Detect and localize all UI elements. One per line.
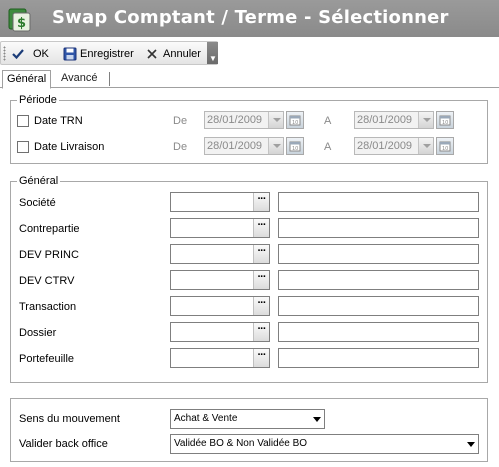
checkmark-icon [11,47,25,61]
svg-text:10: 10 [442,146,448,152]
toolbar-grip[interactable] [3,46,6,61]
tab-separator [109,72,110,86]
transaction-description-input[interactable] [278,296,479,316]
title-bar: $ Swap Comptant / Terme - Sélectionner [0,0,499,37]
date-livraison-from-value: 28/01/2009 [207,140,263,152]
svg-text:10: 10 [292,146,298,152]
date-livraison-to-dropdown[interactable] [418,138,433,154]
floppy-disk-icon [63,47,77,61]
dev-ctrv-label: DEV CTRV [19,275,75,287]
dev-ctrv-lookup-button[interactable]: ··· [253,271,269,289]
contrepartie-code-input[interactable]: ··· [170,218,270,238]
dossier-label: Dossier [19,327,57,339]
calendar-icon: 10 [439,115,451,126]
dossier-description-input[interactable] [278,322,479,342]
dev-princ-label: DEV PRINC [19,249,79,261]
date-trn-from-label: De [173,115,188,127]
dev-princ-description-input[interactable] [278,244,479,264]
date-trn-to-calendar-button[interactable]: 10 [436,111,454,129]
cancel-label: Annuler [163,47,201,60]
sens-mouvement-value: Achat & Vente [174,413,238,424]
societe-code-input[interactable]: ··· [170,192,270,212]
options-group: Sens du mouvement Achat & Vente Valider … [10,398,488,462]
valider-backoffice-value: Validée BO & Non Validée BO [174,438,308,449]
contrepartie-lookup-button[interactable]: ··· [253,219,269,237]
date-livraison-to-value: 28/01/2009 [357,140,413,152]
date-livraison-to-calendar-button[interactable]: 10 [436,137,454,155]
date-trn-to-dropdown[interactable] [418,112,433,128]
transaction-label: Transaction [19,301,77,313]
toolbar: OK Enregistrer Annuler ▼ [0,41,218,65]
periode-legend: Période [17,94,59,106]
date-livraison-from-label: De [173,141,188,153]
svg-text:10: 10 [292,120,298,126]
portefeuille-description-input[interactable] [278,348,479,368]
swap-app-icon: $ [7,8,31,32]
calendar-icon: 10 [289,141,301,152]
general-legend: Général [17,175,61,187]
date-livraison-from-dropdown[interactable] [268,138,283,154]
transaction-lookup-button[interactable]: ··· [253,297,269,315]
sens-mouvement-label: Sens du mouvement [19,413,120,425]
societe-description-input[interactable] [278,192,479,212]
societe-label: Société [19,197,56,209]
tab-strip: Général Avancé [0,70,499,89]
date-trn-from-calendar-button[interactable]: 10 [286,111,304,129]
date-trn-checkbox[interactable] [17,115,29,127]
chevron-down-icon: ▼ [209,54,217,63]
contrepartie-label: Contrepartie [19,223,80,235]
date-livraison-checkbox[interactable] [17,141,29,153]
societe-lookup-button[interactable]: ··· [253,193,269,211]
periode-group: Période Date TRN De 28/01/2009 10 A 28/0… [10,94,488,164]
window-title: Swap Comptant / Terme - Sélectionner [52,7,449,28]
date-trn-to-value: 28/01/2009 [357,114,413,126]
dev-princ-lookup-button[interactable]: ··· [253,245,269,263]
date-livraison-label: Date Livraison [34,141,105,153]
date-trn-from-value: 28/01/2009 [207,114,263,126]
date-trn-from-field[interactable]: 28/01/2009 [204,111,284,129]
contrepartie-description-input[interactable] [278,218,479,238]
portefeuille-label: Portefeuille [19,353,75,365]
dossier-code-input[interactable]: ··· [170,322,270,342]
date-trn-from-dropdown[interactable] [268,112,283,128]
chevron-down-icon [467,442,475,447]
ok-label: OK [33,47,49,60]
portefeuille-code-input[interactable]: ··· [170,348,270,368]
dev-ctrv-description-input[interactable] [278,270,479,290]
svg-text:$: $ [17,16,26,31]
svg-text:10: 10 [442,120,448,126]
portefeuille-lookup-button[interactable]: ··· [253,349,269,367]
chevron-down-icon [313,417,321,422]
tab-avance[interactable]: Avancé [57,70,102,88]
dev-princ-code-input[interactable]: ··· [170,244,270,264]
dossier-lookup-button[interactable]: ··· [253,323,269,341]
close-icon [146,48,158,60]
date-livraison-from-field[interactable]: 28/01/2009 [204,137,284,155]
date-livraison-from-calendar-button[interactable]: 10 [286,137,304,155]
ok-button[interactable]: OK [11,45,49,62]
cancel-button[interactable]: Annuler [146,45,201,62]
general-group: Général Société ··· Contrepartie ··· DEV… [10,175,488,383]
date-trn-to-label: A [324,115,332,127]
date-trn-label: Date TRN [34,115,83,127]
transaction-code-input[interactable]: ··· [170,296,270,316]
valider-backoffice-select[interactable]: Validée BO & Non Validée BO [170,434,479,454]
save-label: Enregistrer [80,47,134,60]
valider-backoffice-label: Valider back office [19,438,108,450]
save-button[interactable]: Enregistrer [63,45,134,62]
sens-mouvement-select[interactable]: Achat & Vente [170,409,325,429]
calendar-icon: 10 [439,141,451,152]
date-livraison-to-label: A [324,141,332,153]
date-livraison-to-field[interactable]: 28/01/2009 [354,137,434,155]
dev-ctrv-code-input[interactable]: ··· [170,270,270,290]
tab-general[interactable]: Général [2,70,52,89]
calendar-icon: 10 [289,115,301,126]
toolbar-overflow-button[interactable]: ▼ [207,42,218,64]
date-trn-to-field[interactable]: 28/01/2009 [354,111,434,129]
